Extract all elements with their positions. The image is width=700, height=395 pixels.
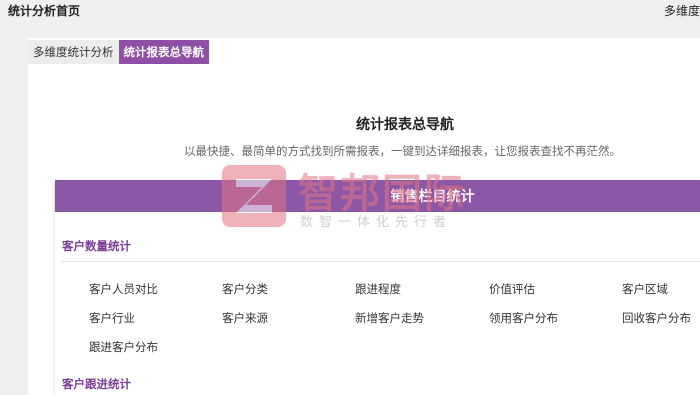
top-bar: 统计分析首页 多维度: [0, 0, 700, 28]
report-link[interactable]: 客户人员对比: [89, 281, 158, 297]
report-link[interactable]: 回收客户分布: [622, 310, 691, 326]
tab-bar: 多维度统计分析 统计报表总导航: [28, 40, 209, 64]
nav-subheading: 以最快捷、最简单的方式找到所需报表，一键到达详细报表，让您报表查找不再茫然。: [184, 144, 621, 158]
report-link[interactable]: 跟进客户分布: [89, 339, 158, 355]
tab-report-navigation[interactable]: 统计报表总导航: [118, 40, 209, 64]
report-list-panel: [55, 212, 700, 395]
section-title-customer-followup: 客户跟进统计: [62, 377, 131, 391]
report-link[interactable]: 领用客户分布: [489, 310, 558, 326]
section-title-customer-count: 客户数量统计: [62, 239, 131, 253]
report-link[interactable]: 跟进程度: [355, 281, 401, 297]
page-title: 统计分析首页: [8, 4, 81, 18]
report-link[interactable]: 客户区域: [622, 281, 668, 297]
section-divider: [62, 261, 700, 262]
report-link[interactable]: 客户分类: [222, 281, 268, 297]
report-link[interactable]: 客户行业: [89, 310, 135, 326]
report-link[interactable]: 新增客户走势: [355, 310, 424, 326]
nav-heading: 统计报表总导航: [356, 117, 454, 133]
banner-label: 销售栏目统计: [390, 189, 475, 205]
sales-section-banner: 销售栏目统计: [55, 180, 700, 212]
dimension-link[interactable]: 多维度: [664, 2, 700, 19]
tab-multi-dimension-analysis[interactable]: 多维度统计分析: [28, 40, 119, 64]
report-link[interactable]: 价值评估: [489, 281, 535, 297]
report-link[interactable]: 客户来源: [222, 310, 268, 326]
